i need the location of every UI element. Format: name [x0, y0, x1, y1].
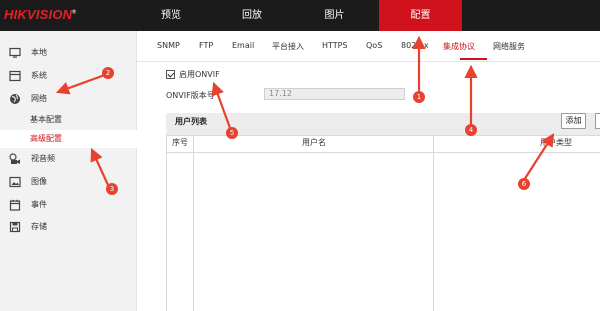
user-table [166, 135, 600, 311]
top-bar: HIKVISION® 预览 回放 图片 配置 [0, 0, 600, 31]
annotation-badge-2: 2 [102, 67, 114, 79]
sidebar-subitem-advanced-config[interactable]: 高级配置 [0, 130, 137, 148]
column-header-username: 用户名 [302, 138, 326, 147]
tab-network-service[interactable]: 网络服务 [493, 41, 525, 52]
column-header-index: 序号 [172, 138, 188, 147]
onvif-version-field: 17.12 [264, 88, 405, 100]
sidebar-item-label: 视音频 [31, 154, 55, 163]
top-nav-playback[interactable]: 回放 [212, 0, 292, 31]
onvif-version-label: ONVIF版本号 [166, 91, 215, 100]
sidebar-item-label: 系统 [31, 71, 47, 80]
sidebar: 本地 系统 网络 基本配置 高级配置 视音频 图像 事件 存储 [0, 31, 137, 311]
sidebar-item-label: 事件 [31, 200, 47, 209]
table-header-divider [166, 152, 600, 153]
sidebar-subitem-basic-config[interactable]: 基本配置 [0, 111, 137, 129]
calendar-icon [9, 199, 21, 211]
tab-integration-protocol[interactable]: 集成协议 [443, 41, 475, 52]
sidebar-item-video-audio[interactable]: 视音频 [0, 149, 137, 169]
sidebar-item-system[interactable]: 系统 [0, 66, 137, 86]
top-nav-configuration[interactable]: 配置 [379, 0, 462, 31]
tab-ftp[interactable]: FTP [199, 41, 213, 50]
enable-onvif-checkbox[interactable] [166, 70, 175, 79]
monitor-icon [9, 47, 21, 58]
tab-qos[interactable]: QoS [366, 41, 382, 50]
annotation-badge-4: 4 [465, 124, 477, 136]
image-icon [9, 176, 21, 188]
tab-platform-access[interactable]: 平台接入 [272, 41, 304, 52]
tab-8021x[interactable]: 802.1x [401, 41, 429, 50]
tab-snmp[interactable]: SNMP [157, 41, 180, 50]
column-header-user-type: 用户类型 [540, 138, 572, 147]
sidebar-item-label: 存储 [31, 222, 47, 231]
column-divider [193, 135, 194, 311]
sidebar-item-network[interactable]: 网络 [0, 89, 137, 109]
active-tab-indicator [460, 58, 487, 60]
modify-user-button[interactable] [595, 113, 600, 129]
top-nav-preview[interactable]: 预览 [130, 0, 212, 31]
hikvision-logo: HIKVISION® [4, 7, 77, 22]
annotation-badge-1: 1 [413, 91, 425, 103]
column-divider [433, 135, 434, 311]
sidebar-item-storage[interactable]: 存储 [0, 217, 137, 237]
tab-email[interactable]: Email [232, 41, 254, 50]
save-icon [9, 221, 21, 233]
tab-bar: SNMP FTP Email 平台接入 HTTPS QoS 802.1x 集成协… [137, 31, 600, 62]
annotation-badge-5: 5 [226, 127, 238, 139]
sidebar-item-label: 本地 [31, 48, 47, 57]
add-user-button[interactable]: 添加 [561, 113, 586, 129]
annotation-badge-3: 3 [106, 183, 118, 195]
tab-https[interactable]: HTTPS [322, 41, 348, 50]
globe-icon [10, 94, 20, 104]
video-audio-icon [9, 153, 20, 164]
sidebar-item-local[interactable]: 本地 [0, 43, 137, 63]
sidebar-item-label: 网络 [31, 94, 47, 103]
sidebar-item-label: 图像 [31, 177, 47, 186]
sidebar-item-event[interactable]: 事件 [0, 195, 137, 215]
enable-onvif-label: 启用ONVIF [179, 70, 220, 79]
top-nav-picture[interactable]: 图片 [292, 0, 377, 31]
user-list-title: 用户列表 [175, 117, 207, 126]
annotation-badge-6: 6 [518, 178, 530, 190]
system-icon [9, 70, 21, 82]
